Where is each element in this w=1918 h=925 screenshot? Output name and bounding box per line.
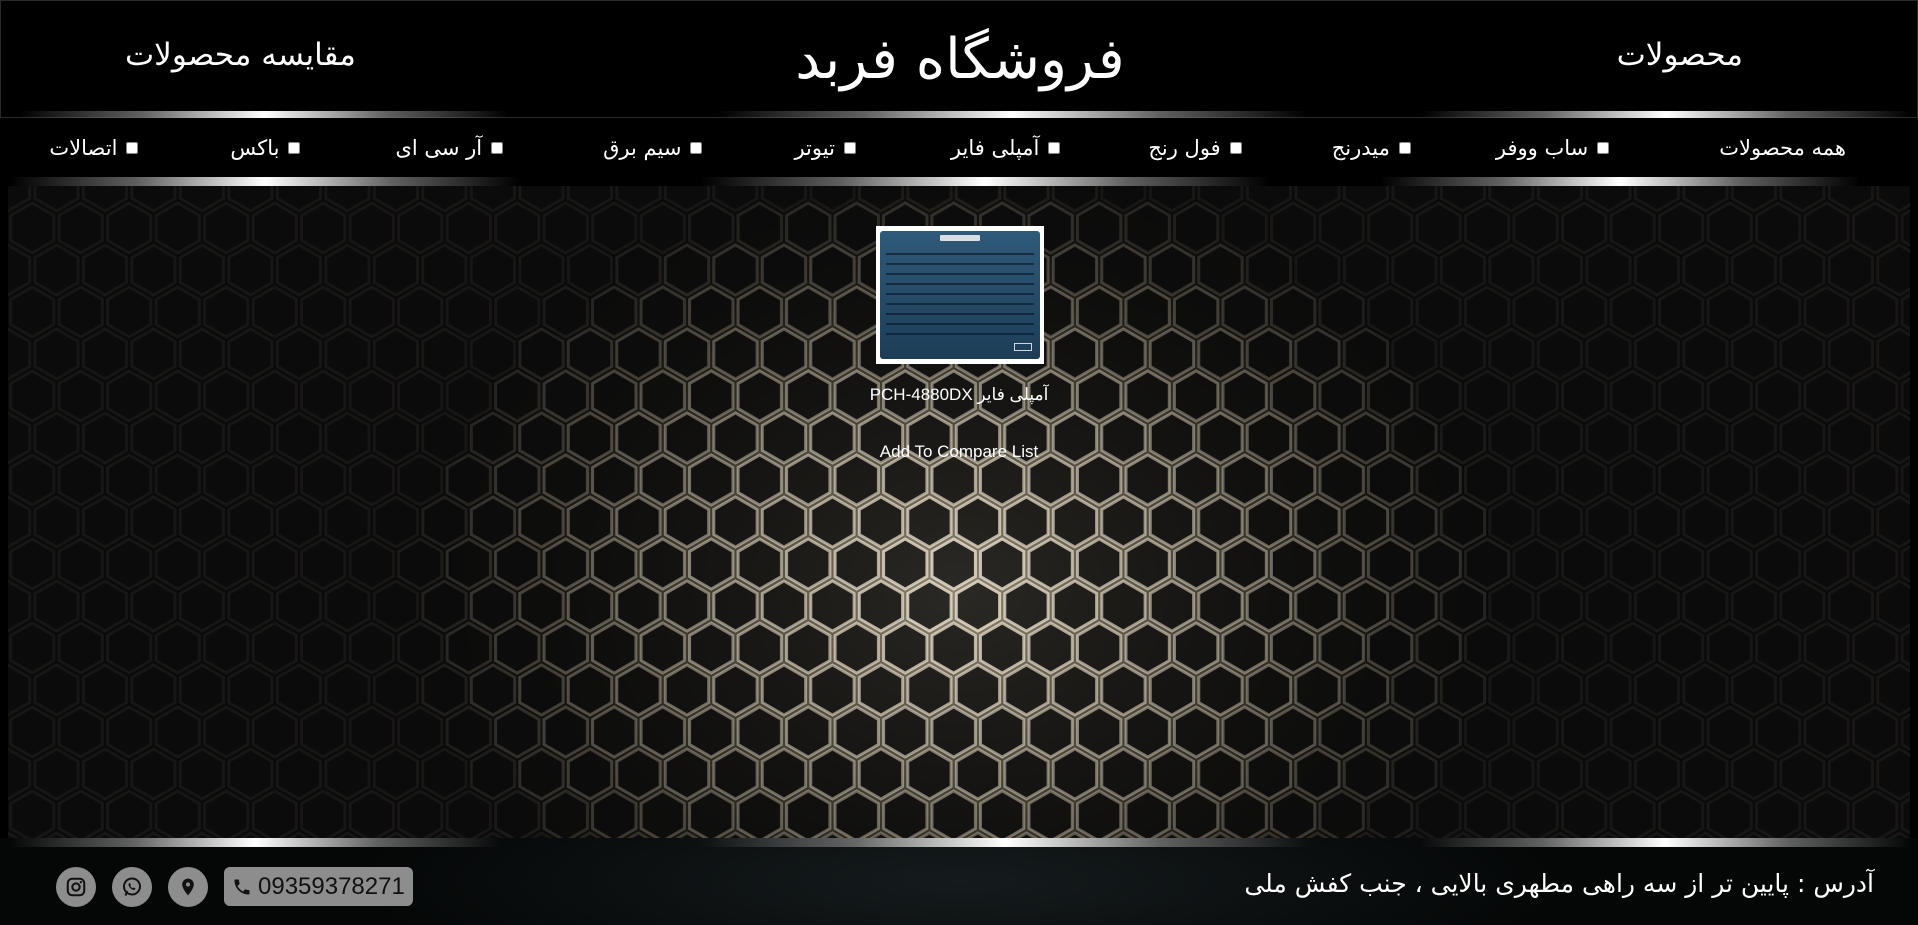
footer-divider-center	[700, 838, 1310, 847]
add-to-compare-button[interactable]: Add To Compare List	[8, 442, 1910, 462]
category-filter-bar: همه محصولات ساب ووفر میدرنج فول رنج آمپلی فا…	[0, 118, 1918, 186]
product-area: آمپلی فایر PCH-4880DX Add To Compare Lis…	[8, 186, 1910, 838]
whatsapp-button[interactable]	[112, 867, 152, 907]
catbar-divider-right	[1380, 177, 1860, 186]
category-label: ساب ووفر	[1495, 136, 1589, 160]
category-item[interactable]: آر سی ای	[395, 136, 504, 160]
category-checkbox[interactable]	[126, 142, 139, 154]
product-image[interactable]	[876, 226, 1044, 364]
category-item[interactable]: فول رنج	[1148, 136, 1242, 160]
category-checkbox[interactable]	[1597, 142, 1610, 154]
category-item[interactable]: همه محصولات	[1719, 136, 1846, 160]
phone-button[interactable]: 09359378271	[224, 867, 413, 906]
category-item[interactable]: باکس	[230, 136, 301, 160]
category-item[interactable]: سیم برق	[603, 136, 703, 160]
instagram-button[interactable]	[56, 867, 96, 907]
category-item[interactable]: تیوتر	[794, 136, 856, 160]
category-checkbox[interactable]	[288, 142, 301, 154]
instagram-icon	[66, 877, 86, 897]
phone-number: 09359378271	[258, 872, 405, 900]
category-checkbox[interactable]	[843, 142, 856, 154]
category-label: همه محصولات	[1719, 136, 1846, 160]
category-label: آر سی ای	[395, 136, 483, 160]
category-checkbox[interactable]	[1398, 142, 1411, 154]
category-item[interactable]: ساب ووفر	[1495, 136, 1610, 160]
store-address: آدرس : پایین تر از سه راهی مطهری بالایی …	[1244, 869, 1874, 898]
category-label: اتصالات	[49, 136, 118, 160]
category-label: باکس	[230, 136, 280, 160]
catbar-divider-left	[10, 177, 520, 186]
product-name[interactable]: آمپلی فایر PCH-4880DX	[8, 385, 1910, 405]
location-icon	[182, 878, 194, 896]
category-label: سیم برق	[603, 136, 682, 160]
category-checkbox[interactable]	[491, 142, 504, 154]
category-checkbox[interactable]	[690, 142, 703, 154]
location-button[interactable]	[168, 867, 208, 907]
category-label: میدرنج	[1331, 136, 1390, 160]
category-checkbox[interactable]	[1229, 142, 1242, 154]
category-label: فول رنج	[1148, 136, 1221, 160]
category-checkbox[interactable]	[1048, 142, 1061, 154]
category-label: آمپلی فایر	[950, 136, 1040, 160]
footer-divider-left	[10, 838, 500, 847]
compare-products-link[interactable]: مقایسه محصولات	[125, 37, 356, 73]
category-item[interactable]: اتصالات	[49, 136, 139, 160]
whatsapp-icon	[123, 877, 141, 896]
amplifier-picture	[880, 231, 1040, 359]
phone-icon	[234, 879, 250, 894]
category-label: تیوتر	[794, 136, 835, 160]
category-item[interactable]: میدرنج	[1332, 136, 1411, 160]
catbar-divider-center	[700, 177, 1270, 186]
footer-divider-right	[1420, 838, 1910, 847]
site-header: محصولات فروشگاه فربد مقایسه محصولات	[0, 0, 1918, 120]
category-item[interactable]: آمپلی فایر	[950, 136, 1061, 160]
site-footer: آدرس : پایین تر از سه راهی مطهری بالایی …	[0, 838, 1918, 925]
category-list: همه محصولات ساب ووفر میدرنج فول رنج آمپلی فا…	[49, 136, 1846, 160]
